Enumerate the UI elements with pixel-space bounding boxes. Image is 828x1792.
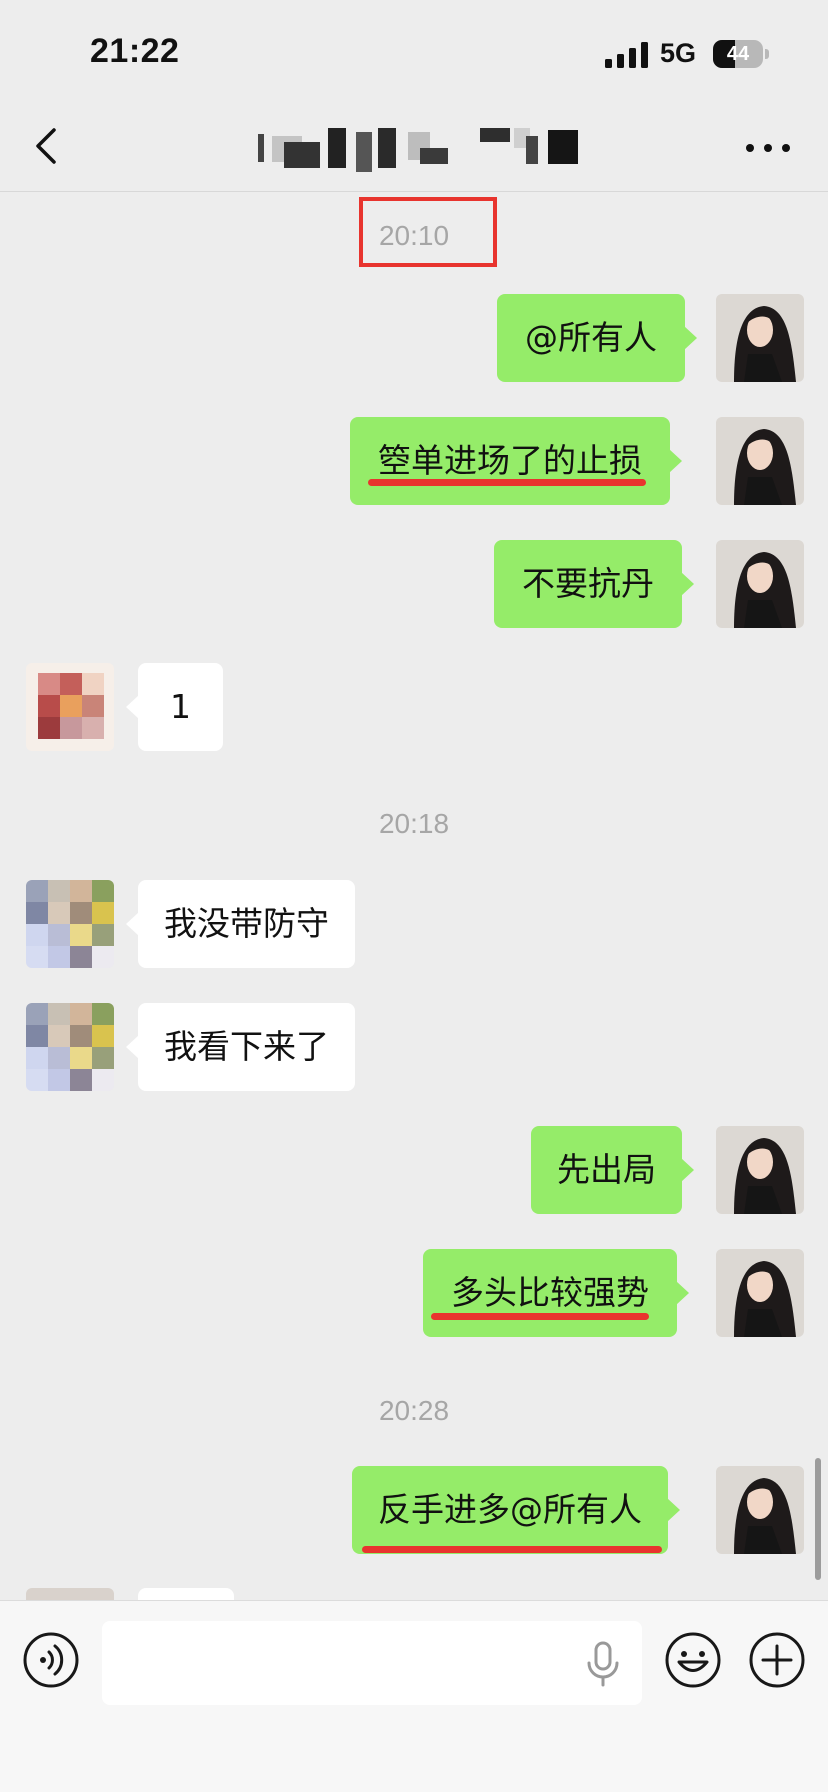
timestamp: 20:18 (378, 808, 450, 839)
avatar-member-partial[interactable] (26, 1588, 114, 1600)
battery-icon: 44 (713, 40, 763, 68)
network-type: 5G (660, 38, 697, 68)
message-bubble-outgoing[interactable]: 多头比较强势 (423, 1249, 689, 1337)
avatar-self[interactable] (716, 540, 804, 628)
message-bubble-outgoing[interactable]: 先出局 (531, 1126, 694, 1214)
message-text: 反手进多@所有人 (378, 1490, 642, 1529)
message-input[interactable] (102, 1621, 642, 1705)
more-horizontal-icon[interactable] (740, 122, 796, 172)
message-text: 我没带防守 (164, 904, 329, 943)
status-time: 21:22 (90, 32, 180, 70)
message-bubble-incoming[interactable]: 1 (126, 663, 223, 751)
annotation-underline (362, 1546, 662, 1553)
microphone-icon[interactable] (584, 1641, 622, 1687)
emoji-icon[interactable] (664, 1631, 722, 1689)
input-bar (0, 1600, 828, 1792)
status-bar: 21:22 5G 44 (0, 0, 828, 100)
battery-tip (765, 49, 769, 59)
back-chevron-icon[interactable] (26, 120, 76, 172)
message-bubble-partial[interactable] (138, 1588, 234, 1600)
nav-bar (0, 100, 828, 192)
message-bubble-incoming[interactable]: 我没带防守 (126, 880, 355, 968)
message-bubble-incoming[interactable]: 我看下来了 (126, 1003, 355, 1091)
chat-title-obscured (258, 128, 578, 172)
message-bubble-outgoing[interactable]: 不要抗丹 (494, 540, 694, 628)
avatar-member-pixelated[interactable] (26, 1003, 114, 1091)
avatar-member-pixelated[interactable] (26, 880, 114, 968)
avatar-self[interactable] (716, 294, 804, 382)
avatar-self[interactable] (716, 1249, 804, 1337)
avatar-self[interactable] (716, 417, 804, 505)
voice-icon[interactable] (22, 1631, 80, 1689)
message-text: 我看下来了 (164, 1027, 329, 1066)
chat-title (258, 128, 259, 129)
battery-level: 44 (726, 43, 750, 65)
message-text: 1 (170, 687, 191, 726)
signal-icon (605, 42, 648, 68)
message-text: 多头比较强势 (451, 1273, 649, 1312)
annotation-underline (368, 479, 646, 486)
message-bubble-outgoing[interactable]: 反手进多@所有人 (352, 1466, 680, 1554)
plus-icon[interactable] (748, 1631, 806, 1689)
avatar-self[interactable] (716, 1126, 804, 1214)
message-text: 箜单进场了的止损 (378, 441, 642, 480)
message-bubble-outgoing[interactable]: 箜单进场了的止损 (350, 417, 682, 505)
scrollbar[interactable] (815, 1458, 821, 1580)
annotation-box (359, 197, 497, 267)
avatar-self[interactable] (716, 1466, 804, 1554)
timestamp: 20:28 (378, 1395, 450, 1426)
message-text: 不要抗丹 (522, 564, 654, 603)
message-text: @所有人 (525, 318, 657, 357)
message-bubble-outgoing[interactable]: @所有人 (497, 294, 697, 382)
annotation-underline (431, 1313, 649, 1320)
avatar-member-pixelated[interactable] (26, 663, 114, 751)
message-text: 先出局 (557, 1150, 656, 1189)
